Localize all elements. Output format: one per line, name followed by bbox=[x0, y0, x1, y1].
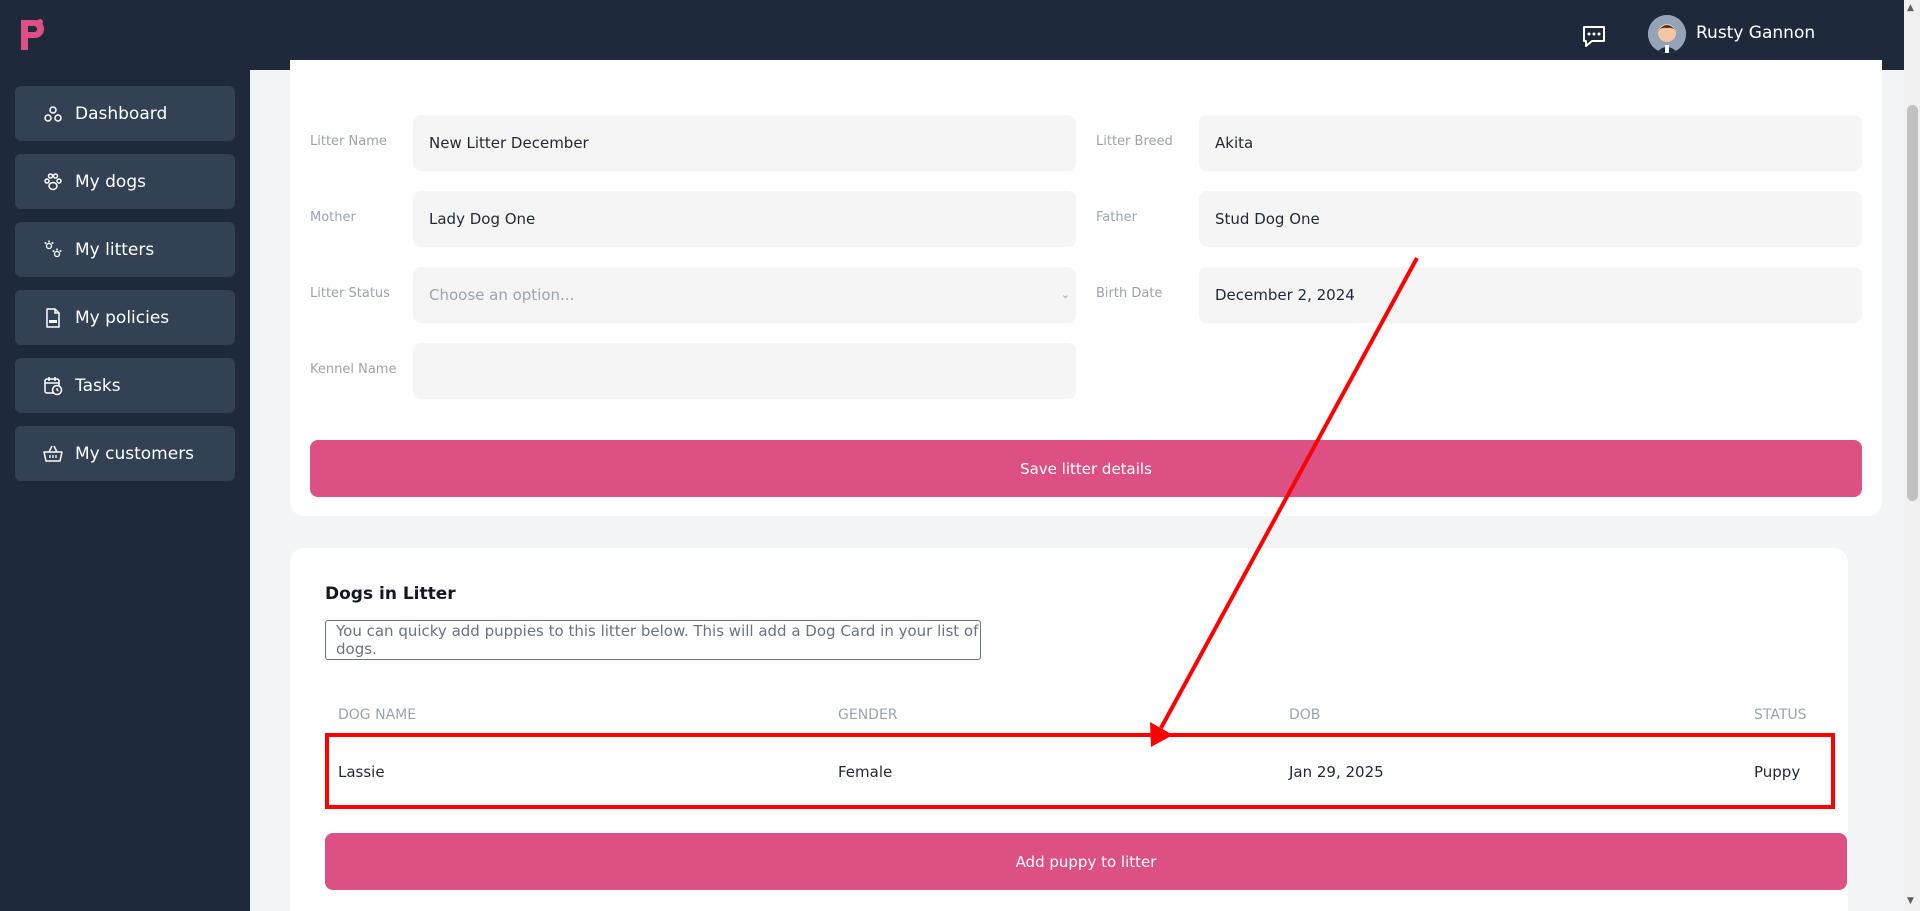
sidebar-item-label: My policies bbox=[75, 307, 170, 328]
sidebar-item-label: Tasks bbox=[75, 375, 121, 396]
birth-date-field[interactable]: December 2, 2024 bbox=[1199, 267, 1862, 323]
litter-breed-field[interactable]: Akita bbox=[1199, 115, 1862, 171]
birth-date-label: Birth Date bbox=[1096, 286, 1163, 301]
kennel-name-label: Kennel Name bbox=[310, 362, 397, 377]
save-litter-button[interactable]: Save litter details bbox=[310, 440, 1862, 497]
status-cell: Puppy bbox=[1754, 763, 1801, 781]
chevron-down-icon: ⌄ bbox=[1060, 288, 1070, 301]
father-label: Father bbox=[1096, 210, 1137, 225]
sidebar-item-label: My dogs bbox=[75, 171, 146, 192]
scrollbar-thumb[interactable] bbox=[1907, 105, 1918, 501]
litter-breed-label: Litter Breed bbox=[1096, 134, 1173, 149]
sidebar-item-my-litters[interactable]: My litters bbox=[15, 222, 235, 277]
kennel-name-field[interactable] bbox=[413, 343, 1076, 399]
father-field[interactable]: Stud Dog One bbox=[1199, 191, 1862, 247]
column-header-dob: DOB bbox=[1289, 707, 1321, 723]
avatar[interactable] bbox=[1648, 15, 1686, 53]
paws-icon bbox=[43, 240, 63, 260]
litter-name-field[interactable]: New Litter December bbox=[413, 115, 1076, 171]
dogs-in-litter-title: Dogs in Litter bbox=[325, 584, 456, 604]
messages-icon[interactable] bbox=[1580, 22, 1608, 50]
mother-field[interactable]: Lady Dog One bbox=[413, 191, 1076, 247]
paw-icon bbox=[43, 172, 63, 192]
sidebar-item-my-customers[interactable]: My customers bbox=[15, 426, 235, 481]
litter-name-label: Litter Name bbox=[310, 134, 387, 149]
sidebar-item-label: My litters bbox=[75, 239, 155, 260]
sidebar: Dashboard My dogs My litters My policies… bbox=[0, 70, 250, 911]
litter-status-placeholder: Choose an option... bbox=[429, 286, 575, 304]
dob-cell: Jan 29, 2025 bbox=[1289, 763, 1384, 781]
table-row[interactable] bbox=[325, 733, 1835, 809]
gender-cell: Female bbox=[838, 763, 893, 781]
dashboard-icon bbox=[43, 104, 63, 124]
sidebar-item-my-dogs[interactable]: My dogs bbox=[15, 154, 235, 209]
sidebar-item-label: My customers bbox=[75, 443, 195, 464]
add-puppies-notice: You can quicky add puppies to this litte… bbox=[325, 620, 981, 660]
scroll-down-icon[interactable]: ▼ bbox=[1907, 896, 1914, 906]
scroll-up-icon[interactable]: ▲ bbox=[1907, 3, 1914, 13]
dog-name-cell[interactable]: Lassie bbox=[338, 763, 385, 781]
litter-status-select[interactable]: Choose an option... ⌄ bbox=[413, 267, 1076, 323]
user-name[interactable]: Rusty Gannon bbox=[1696, 23, 1815, 43]
sidebar-item-my-policies[interactable]: My policies bbox=[15, 290, 235, 345]
sidebar-item-label: Dashboard bbox=[75, 103, 168, 124]
sidebar-item-tasks[interactable]: Tasks bbox=[15, 358, 235, 413]
mother-label: Mother bbox=[310, 210, 356, 225]
column-header-dog-name: DOG NAME bbox=[338, 707, 417, 723]
basket-icon bbox=[43, 444, 63, 464]
column-header-gender: GENDER bbox=[838, 707, 898, 723]
litter-status-label: Litter Status bbox=[310, 286, 390, 301]
calendar-clock-icon bbox=[43, 376, 63, 396]
sidebar-item-dashboard[interactable]: Dashboard bbox=[15, 86, 235, 141]
column-header-status: STATUS bbox=[1754, 707, 1807, 723]
add-puppy-button[interactable]: Add puppy to litter bbox=[325, 833, 1847, 890]
app-logo[interactable] bbox=[18, 18, 48, 52]
pdf-file-icon bbox=[43, 307, 63, 328]
